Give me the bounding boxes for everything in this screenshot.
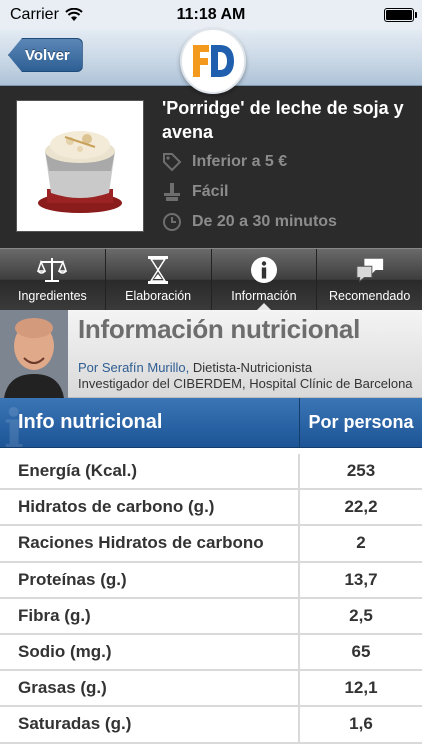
table-row: Saturadas (g.) 1,6 [0, 707, 422, 744]
recipe-tab-bar: Ingredientes Elaboración Información Rec… [0, 248, 422, 311]
table-row: Raciones Hidratos de carbono 2 [0, 526, 422, 563]
nutrient-value: 1,6 [349, 714, 373, 734]
battery-icon [384, 8, 417, 22]
tab-informacion-label: Información [231, 289, 297, 303]
chat-bubbles-icon [355, 255, 385, 285]
nutrient-name: Energía (Kcal.) [0, 454, 300, 489]
difficulty-row: Fácil [162, 182, 228, 202]
tab-recomendado[interactable]: Recomendado [317, 249, 422, 310]
hourglass-icon [143, 255, 173, 285]
nutrient-name: Sodio (mg.) [0, 634, 300, 670]
scale-icon [37, 255, 68, 285]
info-watermark-icon: i [4, 399, 24, 460]
nutrient-value: 2,5 [349, 605, 373, 625]
nutrient-value: 12,1 [344, 678, 378, 698]
table-row: Hidratos de carbono (g.) 22,2 [0, 490, 422, 527]
header-name: Info nutricional [18, 411, 163, 433]
nutrient-name: Hidratos de carbono (g.) [0, 490, 300, 525]
nutrient-value: 22,2 [344, 497, 378, 517]
recipe-photo [16, 100, 144, 232]
tab-ingredientes-label: Ingredientes [17, 289, 87, 303]
recipe-title: 'Porridge' de leche de soja y avena [162, 98, 404, 142]
nutrition-banner: Información nutricional Por Serafín Muri… [0, 310, 422, 398]
author-role: Dietista-Nutricionista [189, 360, 313, 375]
tab-informacion[interactable]: Información [212, 249, 318, 311]
table-row: Proteínas (g.) 13,7 [0, 562, 422, 599]
nutrient-name: Fibra (g.) [0, 598, 300, 633]
author-name: Por Serafín Murillo, [78, 360, 190, 375]
author-affiliation: Investigador del CIBERDEM, Hospital Clín… [78, 376, 413, 391]
nutrition-table: Energía (Kcal.) 253 Hidratos de carbono … [0, 454, 422, 744]
difficulty-icon [162, 182, 182, 202]
tab-elaboracion[interactable]: Elaboración [106, 249, 212, 310]
app-logo [180, 28, 246, 94]
table-row: Energía (Kcal.) 253 [0, 454, 422, 491]
nutrient-name: Saturadas (g.) [0, 707, 300, 742]
price-text: Inferior a 5 € [192, 153, 288, 170]
info-icon [249, 255, 279, 285]
recipe-header: 'Porridge' de leche de soja y avena Infe… [0, 86, 422, 248]
time-text: De 20 a 30 minutos [192, 213, 337, 230]
logo-mark [193, 45, 234, 77]
back-button[interactable]: Volver [8, 38, 83, 72]
price-row: Inferior a 5 € [162, 152, 287, 172]
price-tag-icon [162, 152, 182, 172]
nutrition-table-header: i Info nutricional Por persona [0, 398, 422, 456]
status-time: 11:18 AM [176, 6, 246, 23]
nutrient-value: 2 [356, 533, 366, 553]
header-name-cell: i Info nutricional [0, 398, 300, 456]
header-value: Por persona [308, 412, 414, 432]
clock-icon [162, 212, 182, 232]
author-photo [0, 310, 68, 398]
table-row: Fibra (g.) 2,5 [0, 598, 422, 635]
table-row: Sodio (mg.) 65 [0, 634, 422, 672]
tab-ingredientes[interactable]: Ingredientes [0, 249, 106, 310]
time-row: De 20 a 30 minutos [162, 212, 337, 232]
tab-recomendado-label: Recomendado [328, 289, 411, 303]
banner-title: Información nutricional [78, 314, 361, 344]
nutrient-name: Proteínas (g.) [0, 562, 300, 597]
tab-elaboracion-label: Elaboración [125, 289, 192, 303]
nutrient-value: 65 [351, 642, 371, 662]
status-bar: Carrier 11:18 AM [0, 0, 422, 30]
table-row: Grasas (g.) 12,1 [0, 671, 422, 708]
nutrient-name: Raciones Hidratos de carbono [0, 526, 300, 561]
nutrient-name: Grasas (g.) [0, 671, 300, 706]
difficulty-text: Fácil [192, 183, 229, 200]
nutrient-value: 253 [346, 461, 376, 481]
nutrient-value: 13,7 [344, 569, 378, 589]
author-credit: Por Serafín Murillo, Dietista-Nutricioni… [78, 360, 312, 375]
